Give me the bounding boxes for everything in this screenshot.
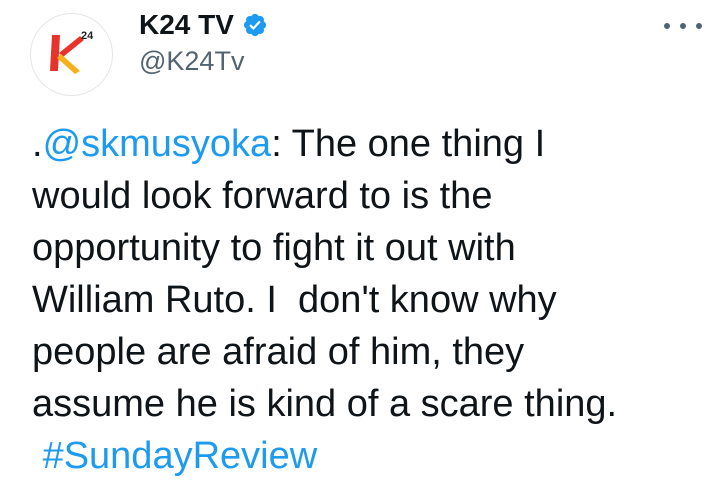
tweet-line-5: people are afraid of him, they	[32, 331, 525, 373]
display-name[interactable]: K24 TV	[139, 8, 268, 42]
more-options-button[interactable]	[664, 14, 702, 38]
tweet-line-6: assume he is kind of a scare thing.	[32, 383, 618, 425]
tweet-line-3: opportunity to fight it out with	[32, 227, 516, 269]
tweet-line-4: William Ruto. I don't know why	[32, 279, 557, 321]
more-options-icon	[664, 23, 670, 29]
verified-badge-icon	[243, 13, 267, 37]
tweet-text: .@skmusyoka: The one thing I would look …	[32, 118, 692, 482]
more-options-icon-dot	[680, 23, 686, 29]
avatar[interactable]: 24	[30, 13, 113, 96]
display-name-text: K24 TV	[139, 9, 234, 40]
tweet-line-1-rest: : The one thing I	[271, 123, 546, 165]
tweet-line-7: #SundayReview	[32, 430, 692, 482]
tweet-card: 24 K24 TV @K24Tv .@skmusyoka: The one th…	[0, 0, 720, 477]
user-handle[interactable]: @K24Tv	[139, 44, 244, 78]
more-options-icon-dot	[696, 23, 702, 29]
avatar-logo-text: 24	[81, 30, 94, 42]
tweet-line-1: .@skmusyoka: The one thing I	[32, 118, 692, 170]
tweet-line-2: would look forward to is the	[32, 175, 493, 217]
tweet-prefix: .	[32, 123, 43, 165]
k24-logo-icon: 24	[50, 30, 94, 74]
mention-link[interactable]: @skmusyoka	[43, 123, 272, 165]
